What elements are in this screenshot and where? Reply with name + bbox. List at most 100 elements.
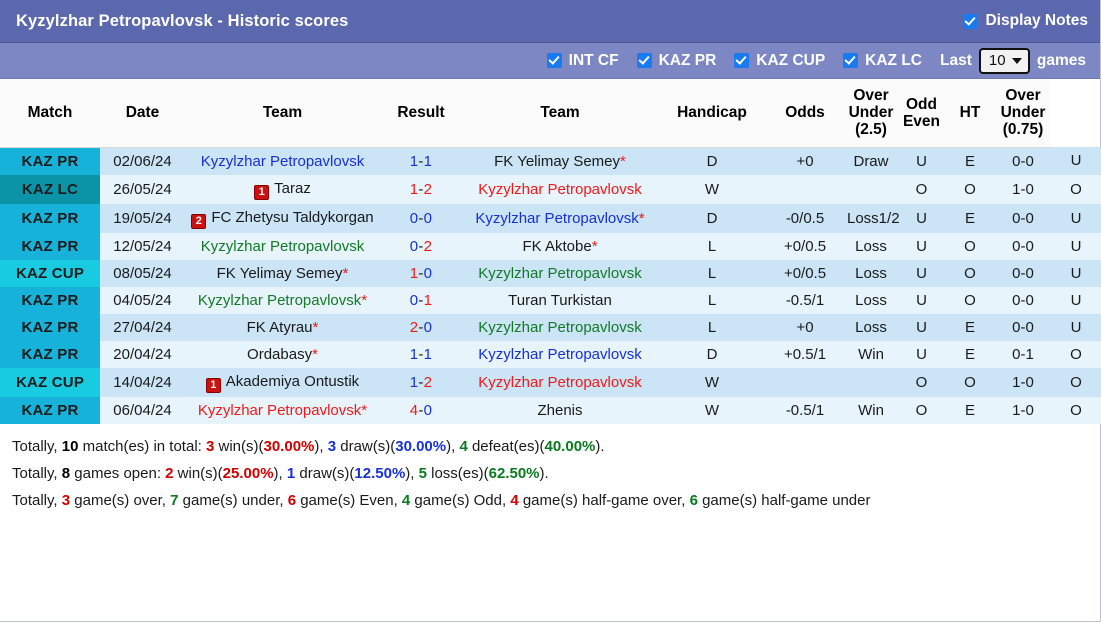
filter-int-cf[interactable]: INT CF: [546, 52, 619, 70]
table-row[interactable]: KAZ CUP 08/05/24 FK Yelimay Semey* 1-0 Kyzyl…: [0, 259, 1101, 287]
even-count: 6: [287, 491, 297, 509]
cell-handicap: [766, 367, 844, 397]
cell-away-team[interactable]: Kyzylzhar Petropavlovsk: [462, 259, 658, 287]
filter-kaz-lc[interactable]: KAZ LC: [843, 52, 922, 70]
team-name[interactable]: Kyzylzhar Petropavlovsk: [198, 402, 361, 419]
cell-home-team[interactable]: 1 Akademiya Ontustik: [185, 367, 380, 397]
total-matches: 10: [61, 437, 79, 455]
checkbox-icon[interactable]: [963, 13, 979, 29]
text: Totally,: [12, 464, 62, 482]
checkbox-icon[interactable]: [636, 53, 652, 68]
cell-home-team[interactable]: FK Yelimay Semey*: [185, 259, 380, 287]
cell-over-under-25: O: [898, 174, 945, 204]
col-oddeven-line1: Odd: [906, 95, 937, 113]
asterisk-icon: *: [312, 345, 318, 363]
cell-competition[interactable]: KAZ LC: [0, 174, 100, 204]
checkbox-icon[interactable]: [734, 53, 750, 68]
team-name[interactable]: Kyzylzhar Petropavlovsk: [478, 374, 641, 391]
cell-over-under-25: U: [898, 147, 945, 175]
team-name[interactable]: FK Atyrau: [247, 319, 313, 336]
cell-ht: 0-0: [995, 313, 1051, 341]
cell-away-team[interactable]: Kyzylzhar Petropavlovsk: [462, 313, 658, 341]
filter-kaz-cup[interactable]: KAZ CUP: [734, 52, 825, 70]
cell-odd-even: O: [945, 174, 995, 204]
cell-competition[interactable]: KAZ PR: [0, 313, 100, 341]
cell-over-under-075: U: [1051, 232, 1101, 260]
cell-competition[interactable]: KAZ PR: [0, 203, 100, 233]
cell-away-team[interactable]: FK Yelimay Semey*: [462, 147, 658, 175]
table-row[interactable]: KAZ LC 26/05/24 1 Taraz 1-2 Kyzylzhar Petropa…: [0, 174, 1101, 204]
checkbox-icon[interactable]: [843, 53, 859, 68]
team-name[interactable]: Kyzylzhar Petropavlovsk: [478, 265, 641, 282]
cell-away-team[interactable]: FK Aktobe*: [462, 232, 658, 260]
cell-competition[interactable]: KAZ PR: [0, 340, 100, 368]
cell-competition[interactable]: KAZ CUP: [0, 259, 100, 287]
team-name[interactable]: Kyzylzhar Petropavlovsk: [475, 210, 638, 227]
team-name[interactable]: Kyzylzhar Petropavlovsk: [478, 181, 641, 198]
cell-home-team[interactable]: Kyzylzhar Petropavlovsk: [185, 232, 380, 260]
cell-away-team[interactable]: Kyzylzhar Petropavlovsk*: [462, 203, 658, 233]
team-name[interactable]: Kyzylzhar Petropavlovsk: [478, 346, 641, 363]
table-row[interactable]: KAZ PR 02/06/24 Kyzylzhar Petropavlovsk 1-1…: [0, 147, 1101, 175]
table-row[interactable]: KAZ PR 04/05/24 Kyzylzhar Petropavlovsk* 0-…: [0, 286, 1101, 314]
cell-over-under-25: O: [898, 396, 945, 424]
cell-competition[interactable]: KAZ PR: [0, 232, 100, 260]
table-row[interactable]: KAZ PR 20/04/24 Ordabasy* 1-1 Kyzylzhar Petr…: [0, 340, 1101, 368]
table-row[interactable]: KAZ PR 27/04/24 FK Atyrau* 2-0 Kyzylzhar Pet…: [0, 313, 1101, 341]
cell-home-team[interactable]: 2 FC Zhetysu Taldykorgan: [185, 203, 380, 233]
cell-away-team[interactable]: Zhenis: [462, 396, 658, 424]
cell-competition[interactable]: KAZ PR: [0, 396, 100, 424]
table-row[interactable]: KAZ PR 12/05/24 Kyzylzhar Petropavlovsk 0-2…: [0, 232, 1101, 260]
team-name[interactable]: FK Aktobe: [522, 238, 591, 255]
cell-away-team[interactable]: Kyzylzhar Petropavlovsk: [462, 174, 658, 204]
team-name[interactable]: Turan Turkistan: [508, 292, 612, 309]
checkbox-icon[interactable]: [546, 53, 562, 68]
text: ),: [273, 464, 287, 482]
team-name[interactable]: Zhenis: [537, 402, 582, 419]
team-name[interactable]: Ordabasy: [247, 346, 312, 363]
asterisk-icon: *: [638, 209, 645, 227]
cell-home-team[interactable]: Kyzylzhar Petropavlovsk*: [185, 396, 380, 424]
team-name[interactable]: Akademiya Ontustik: [226, 373, 359, 390]
cell-ht: 0-1: [995, 340, 1051, 368]
league-filter-bar: INT CF KAZ PR KAZ CUP KAZ LC Last 510152…: [0, 43, 1100, 79]
table-row[interactable]: KAZ PR 06/04/24 Kyzylzhar Petropavlovsk* 4-…: [0, 396, 1101, 424]
cell-competition[interactable]: KAZ PR: [0, 147, 100, 175]
team-name[interactable]: FK Yelimay Semey: [494, 153, 620, 170]
cell-odds: Loss: [844, 232, 898, 260]
team-name[interactable]: Taraz: [274, 180, 311, 197]
cell-home-team[interactable]: FK Atyrau*: [185, 313, 380, 341]
cell-ht: 1-0: [995, 174, 1051, 204]
col-odds: Odds: [766, 79, 844, 148]
table-row[interactable]: KAZ CUP 14/04/24 1 Akademiya Ontustik 1-2 Kyz…: [0, 367, 1101, 397]
table-row[interactable]: KAZ PR 19/05/24 2 FC Zhetysu Taldykorgan 0-0…: [0, 203, 1101, 233]
cell-date: 08/05/24: [100, 259, 185, 287]
display-notes-toggle[interactable]: Display Notes: [963, 12, 1088, 30]
team-name[interactable]: Kyzylzhar Petropavlovsk: [201, 153, 364, 170]
cell-date: 12/05/24: [100, 232, 185, 260]
filter-label: KAZ LC: [865, 51, 922, 69]
cell-odds: Win: [844, 396, 898, 424]
filter-kaz-pr[interactable]: KAZ PR: [636, 52, 716, 70]
cell-competition[interactable]: KAZ PR: [0, 286, 100, 314]
cell-over-under-25: U: [898, 259, 945, 287]
cell-home-team[interactable]: Kyzylzhar Petropavlovsk: [185, 147, 380, 175]
cell-ht: 0-0: [995, 147, 1051, 175]
col-handicap: Handicap: [658, 79, 766, 148]
cell-competition[interactable]: KAZ CUP: [0, 367, 100, 397]
cell-home-team[interactable]: Kyzylzhar Petropavlovsk*: [185, 286, 380, 314]
cell-result: L: [658, 259, 766, 287]
team-name[interactable]: Kyzylzhar Petropavlovsk: [198, 292, 361, 309]
cell-away-team[interactable]: Kyzylzhar Petropavlovsk: [462, 340, 658, 368]
cell-home-team[interactable]: 1 Taraz: [185, 174, 380, 204]
cell-home-team[interactable]: Ordabasy*: [185, 340, 380, 368]
team-name[interactable]: FK Yelimay Semey: [217, 265, 343, 282]
team-name[interactable]: Kyzylzhar Petropavlovsk: [201, 238, 364, 255]
team-name[interactable]: Kyzylzhar Petropavlovsk: [478, 319, 641, 336]
cell-odd-even: O: [945, 286, 995, 314]
cell-away-team[interactable]: Kyzylzhar Petropavlovsk: [462, 367, 658, 397]
col-date: Date: [100, 79, 185, 148]
cell-away-team[interactable]: Turan Turkistan: [462, 286, 658, 314]
team-name[interactable]: FC Zhetysu Taldykorgan: [211, 209, 373, 226]
games-count-select[interactable]: 510152030: [978, 47, 1030, 74]
